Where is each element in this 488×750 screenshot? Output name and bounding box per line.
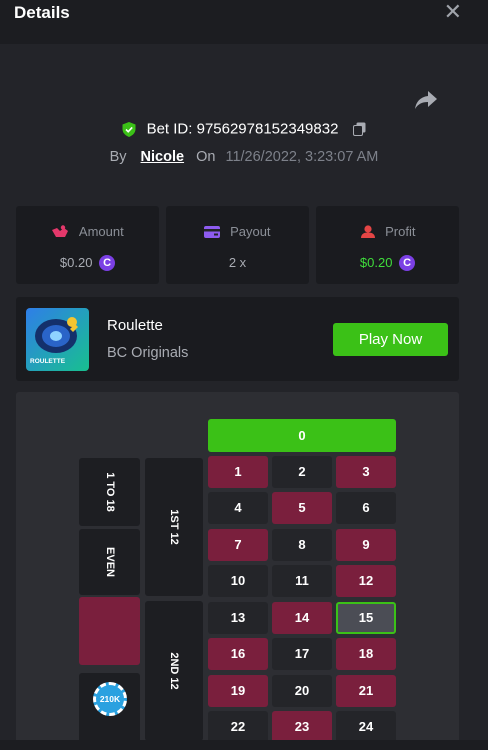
number-cell-7[interactable]: 7 [208,529,268,561]
number-cell-22[interactable]: 22 [208,711,268,743]
number-cell-12[interactable]: 12 [336,565,396,597]
share-icon[interactable] [414,90,438,110]
number-cell-11[interactable]: 11 [272,565,332,597]
number-cell-4[interactable]: 4 [208,492,268,524]
page-title: Details [14,3,70,22]
bet-meta-row: By Nicole On 11/26/2022, 3:23:07 AM [0,149,488,165]
number-cell-3[interactable]: 3 [336,456,396,488]
game-card: ROULETTE Roulette BC Originals Play Now [16,297,459,381]
bet-id-row: Bet ID: 97562978152349832 [0,120,488,138]
number-cell-13[interactable]: 13 [208,602,268,634]
play-now-button[interactable]: Play Now [333,323,448,356]
profit-icon [360,224,375,238]
number-cell-24[interactable]: 24 [336,711,396,743]
bet-2nd-12[interactable]: 2ND 12 [145,601,203,741]
background-list-strip [0,740,488,750]
stat-payout-value: 2 x [228,255,247,271]
coin-icon: C [399,254,416,271]
details-content: Bet ID: 97562978152349832 By Nicole On 1… [0,44,488,750]
number-cell-20[interactable]: 20 [272,675,332,707]
details-header: Details ✕ [0,0,488,44]
stat-payout: Payout 2 x [166,206,309,284]
number-cell-18[interactable]: 18 [336,638,396,670]
amount-icon [52,225,69,238]
game-name: Roulette [107,317,163,334]
number-cell-10[interactable]: 10 [208,565,268,597]
close-icon[interactable]: ✕ [444,1,462,23]
bet-id: Bet ID: 97562978152349832 [146,120,339,138]
payout-icon [204,225,221,238]
number-cell-15[interactable]: 15 [336,602,396,634]
number-cell-0[interactable]: 0 [208,419,396,452]
stat-profit-label: Profit [385,224,416,240]
number-cell-2[interactable]: 2 [272,456,332,488]
game-provider: BC Originals [107,345,189,361]
bet-1st-12-label: 1ST 12 [168,509,180,545]
number-cell-1[interactable]: 1 [208,456,268,488]
stat-profit: Profit $0.20 C [316,206,459,284]
stat-amount-label: Amount [78,224,124,240]
number-cell-6[interactable]: 6 [336,492,396,524]
user-link[interactable]: Nicole [141,149,185,165]
number-cell-16[interactable]: 16 [208,638,268,670]
game-thumb-label: ROULETTE [30,358,66,365]
number-cell-8[interactable]: 8 [272,529,332,561]
copy-icon[interactable] [352,122,366,137]
bet-even[interactable]: EVEN [79,529,140,595]
game-thumbnail[interactable]: ROULETTE [26,308,89,371]
on-label: On [196,149,216,165]
verified-shield-icon [122,121,136,137]
coin-icon: C [99,254,116,271]
chip-icon[interactable]: 210K [93,682,127,716]
number-cell-5[interactable]: 5 [272,492,332,524]
number-cell-9[interactable]: 9 [336,529,396,561]
bet-red[interactable] [79,597,140,665]
number-cell-21[interactable]: 21 [336,675,396,707]
number-cell-17[interactable]: 17 [272,638,332,670]
number-cell-19[interactable]: 19 [208,675,268,707]
bet-1-to-18-label: 1 TO 18 [103,472,116,512]
bet-even-label: EVEN [103,547,116,577]
stat-profit-value: $0.20 [359,255,393,271]
stat-amount: Amount $0.20 C [16,206,159,284]
bet-1-to-18[interactable]: 1 TO 18 [79,458,140,526]
number-cell-23[interactable]: 23 [272,711,332,743]
stat-amount-value: $0.20 [59,255,93,271]
roulette-board: 0 1 TO 18 EVEN 1ST 12 2ND 12 210K 1 2 3 … [16,392,459,750]
bet-2nd-12-label: 2ND 12 [168,652,180,690]
chip-label: 210K [99,694,121,704]
bet-1st-12[interactable]: 1ST 12 [145,458,203,596]
bet-date: 11/26/2022, 3:23:07 AM [225,149,379,165]
by-label: By [109,149,127,165]
number-cell-14[interactable]: 14 [272,602,332,634]
stat-payout-label: Payout [230,224,271,240]
